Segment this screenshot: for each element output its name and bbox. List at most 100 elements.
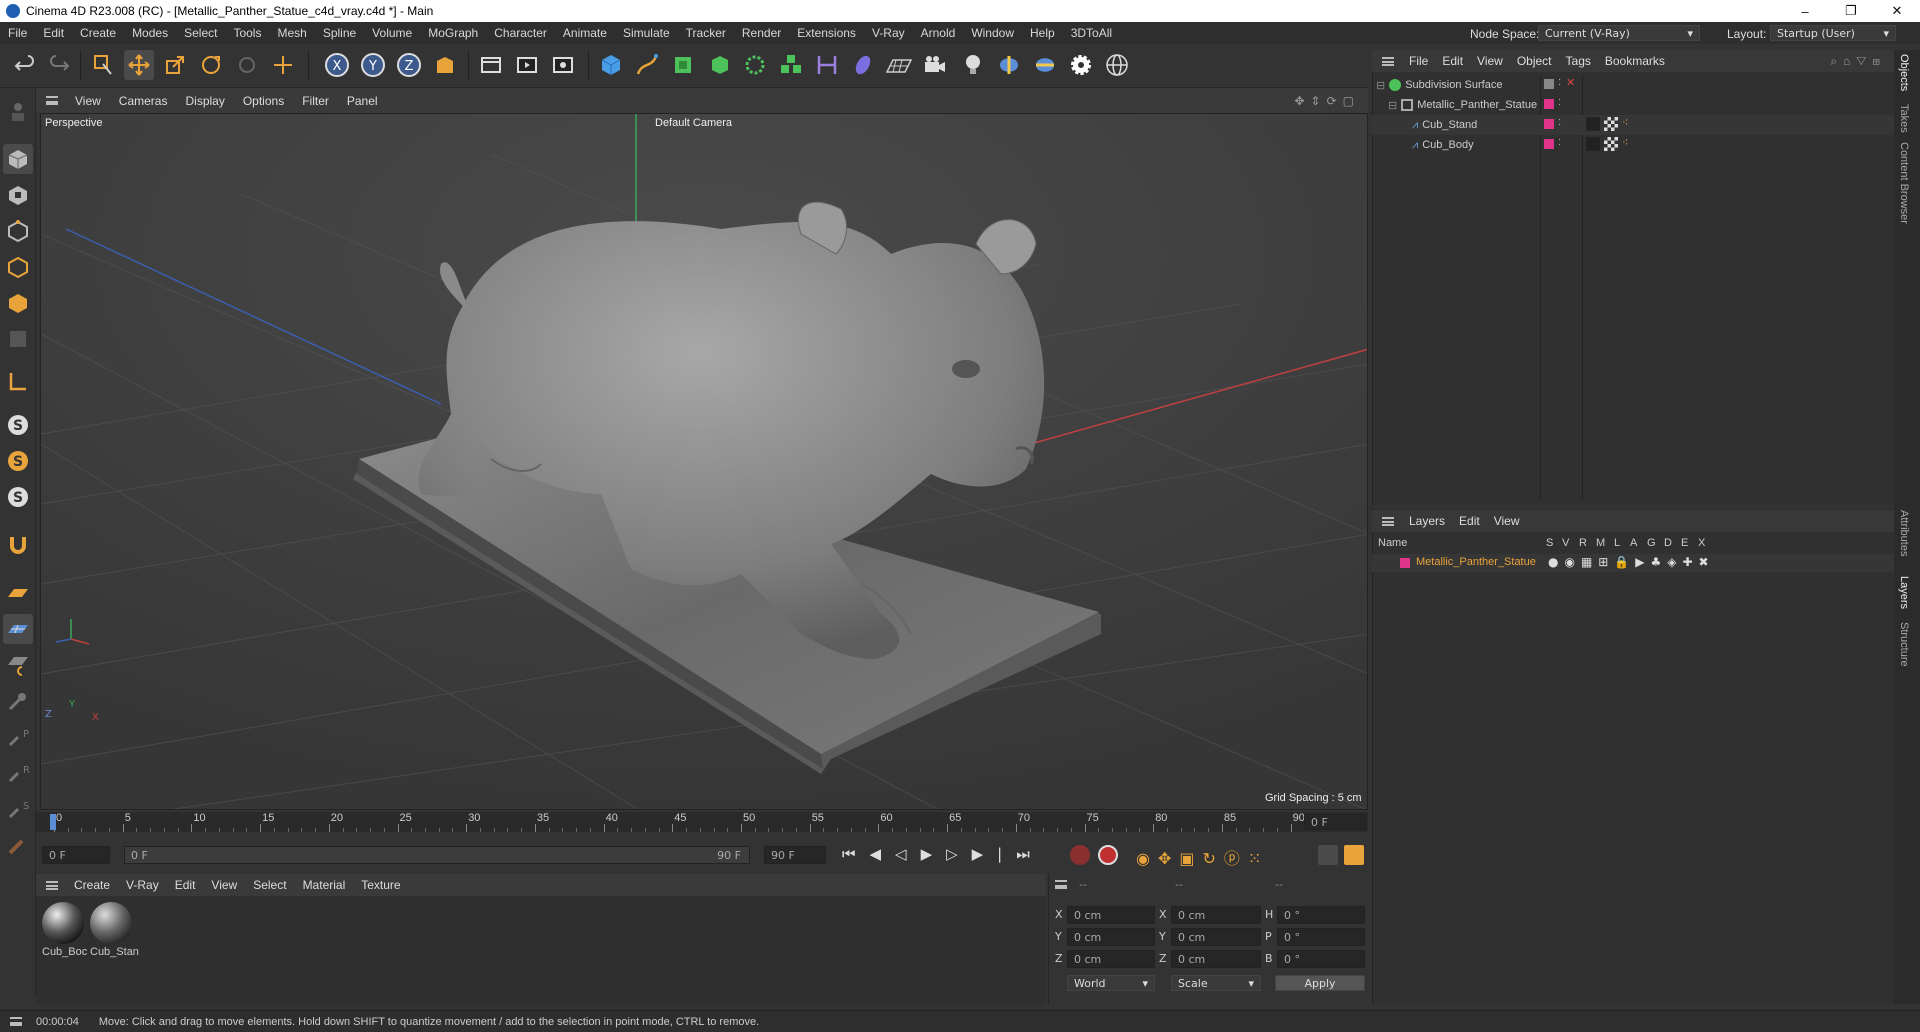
coords-panel-menu-icon[interactable] — [1055, 880, 1067, 889]
locked-workplane-icon[interactable] — [3, 650, 33, 680]
visibility-dots-icon[interactable]: : — [1558, 96, 1561, 108]
tree-expand-icon[interactable]: ⊟ — [1376, 79, 1385, 92]
uv-tag-icon[interactable]: ⁖ — [1622, 116, 1628, 129]
rotation-b-field[interactable]: 0 ° — [1277, 950, 1365, 968]
3d-viewport[interactable]: Y X Z Perspective Default Camera Grid Sp… — [40, 113, 1368, 810]
workplane-grid-icon[interactable] — [3, 578, 33, 608]
cube-icon[interactable] — [596, 50, 626, 80]
snap-settings-icon[interactable]: S — [3, 446, 33, 476]
visibility-dots-icon[interactable]: : — [1558, 76, 1561, 88]
edges-mode-icon[interactable] — [3, 252, 33, 282]
material-tag-icon[interactable] — [1604, 137, 1618, 151]
brush-icon[interactable] — [3, 830, 33, 860]
points-mode-icon[interactable] — [3, 216, 33, 246]
tree-expand-icon[interactable]: ⊟ — [1388, 99, 1397, 112]
tab-attributes[interactable]: Attributes — [1898, 510, 1910, 556]
menu-mesh[interactable]: Mesh — [269, 26, 314, 40]
menu-select[interactable]: Select — [176, 26, 225, 40]
tab-takes[interactable]: Takes — [1898, 104, 1910, 133]
subdivision-icon[interactable] — [668, 50, 698, 80]
object-row-cub-stand[interactable]: ⩘ Cub_Stand : ⁖ — [1372, 115, 1894, 135]
redo-icon[interactable] — [44, 50, 74, 80]
menu-help[interactable]: Help — [1022, 26, 1063, 40]
layer-color-chip[interactable] — [1400, 558, 1410, 568]
coord-space-dropdown[interactable]: World ▾ — [1067, 975, 1155, 991]
layer-name[interactable]: Metallic_Panther_Statue — [1416, 556, 1536, 568]
material-menu-create[interactable]: Create — [66, 878, 118, 892]
render-view-icon[interactable] — [512, 50, 542, 80]
layer-col-e[interactable]: E — [1681, 537, 1688, 549]
menu-tools[interactable]: Tools — [225, 26, 269, 40]
layer-menu-edit[interactable]: Edit — [1452, 514, 1487, 528]
menu-character[interactable]: Character — [486, 26, 555, 40]
menu-create[interactable]: Create — [72, 26, 124, 40]
object-panel-menu-icon[interactable] — [1382, 56, 1394, 66]
apply-button[interactable]: Apply — [1275, 975, 1365, 991]
move-icon[interactable] — [124, 50, 154, 80]
layer-col-d[interactable]: D — [1664, 537, 1672, 549]
minimize-button[interactable]: – — [1782, 0, 1828, 22]
sculpt-p-icon[interactable]: P — [3, 722, 33, 752]
vray-icon[interactable] — [1102, 50, 1132, 80]
cloner-icon[interactable] — [740, 50, 770, 80]
layer-color-chip[interactable] — [1544, 139, 1554, 149]
layer-col-x[interactable]: X — [1698, 537, 1705, 549]
object-menu-bookmarks[interactable]: Bookmarks — [1598, 54, 1672, 68]
size-x-field[interactable]: 0 cm — [1171, 906, 1261, 924]
viewport-menu-cameras[interactable]: Cameras — [110, 94, 177, 108]
layer-color-chip[interactable] — [1544, 119, 1554, 129]
material-menu-view[interactable]: View — [203, 878, 245, 892]
python2-icon[interactable] — [1030, 50, 1060, 80]
grid-icon[interactable] — [3, 614, 33, 644]
menu-edit[interactable]: Edit — [35, 26, 72, 40]
viewport-menu-display[interactable]: Display — [176, 94, 233, 108]
node-space-dropdown[interactable]: Current (V-Ray) ▾ — [1538, 25, 1700, 41]
tab-content-browser[interactable]: Content Browser — [1898, 142, 1910, 224]
z-axis-icon[interactable]: Z — [394, 50, 424, 80]
visibility-dots-icon[interactable]: : — [1558, 136, 1561, 148]
camera-icon[interactable] — [920, 50, 950, 80]
menu-arnold[interactable]: Arnold — [913, 26, 964, 40]
menu-3dtoall[interactable]: 3DToAll — [1063, 26, 1120, 40]
snap-icon[interactable]: S — [3, 410, 33, 440]
material-tag-icon[interactable] — [1604, 117, 1618, 131]
viewport-menu-panel[interactable]: Panel — [338, 94, 387, 108]
layer-col-a[interactable]: A — [1630, 537, 1637, 549]
snap-3d-icon[interactable]: S — [3, 482, 33, 512]
mograph-icon[interactable] — [776, 50, 806, 80]
keyframe-mode-icons[interactable]: ◉✥▣↻ⓟ⁙ — [1136, 845, 1269, 869]
layout-dropdown[interactable]: Startup (User) ▾ — [1770, 25, 1896, 41]
layer-color-chip[interactable] — [1544, 99, 1554, 109]
sculpt-r-icon[interactable]: R — [3, 758, 33, 788]
layer-row[interactable]: Metallic_Panther_Statue ●◉▦⊞🔒▶♣◈✚✖ — [1372, 554, 1894, 572]
axis-mode-icon[interactable] — [3, 366, 33, 396]
live-select-icon[interactable] — [88, 50, 118, 80]
object-row-cub-body[interactable]: ⩘ Cub_Body : ⁖ — [1372, 135, 1894, 155]
material-menu-edit[interactable]: Edit — [167, 878, 204, 892]
position-y-field[interactable]: 0 cm — [1067, 928, 1155, 946]
object-menu-object[interactable]: Object — [1510, 54, 1559, 68]
viewport-menu-options[interactable]: Options — [234, 94, 293, 108]
timeline-ruler[interactable]: 0 5 10 15 20 25 30 35 40 45 50 55 60 65 70 75 80 85 90 0 F — [36, 812, 1368, 832]
texture-mode-icon[interactable] — [3, 180, 33, 210]
object-search-icons[interactable]: ⌕⌂▽⊞ — [1830, 54, 1886, 69]
menu-window[interactable]: Window — [963, 26, 1022, 40]
timeline-curve-icon[interactable] — [1318, 845, 1338, 865]
menu-tracker[interactable]: Tracker — [678, 26, 734, 40]
menu-modes[interactable]: Modes — [124, 26, 176, 40]
tab-objects[interactable]: Objects — [1898, 54, 1910, 91]
maximize-button[interactable]: ❐ — [1828, 0, 1874, 22]
object-menu-view[interactable]: View — [1470, 54, 1510, 68]
polygons-mode-icon[interactable] — [3, 288, 33, 318]
layer-col-v[interactable]: V — [1562, 537, 1569, 549]
rotation-p-field[interactable]: 0 ° — [1277, 928, 1365, 946]
viewport-nav-icons[interactable]: ✥⇕⟳▢ — [1294, 94, 1360, 108]
coord-mode-dropdown[interactable]: Scale ▾ — [1171, 975, 1261, 991]
pen-icon[interactable] — [632, 50, 662, 80]
viewport-camera-name[interactable]: Default Camera — [655, 117, 732, 129]
visibility-dots-icon[interactable]: : — [1558, 116, 1561, 128]
menu-spline[interactable]: Spline — [315, 26, 364, 40]
layer-menu-view[interactable]: View — [1487, 514, 1527, 528]
menu-animate[interactable]: Animate — [555, 26, 615, 40]
viewport-panel-menu-icon[interactable] — [46, 96, 58, 105]
